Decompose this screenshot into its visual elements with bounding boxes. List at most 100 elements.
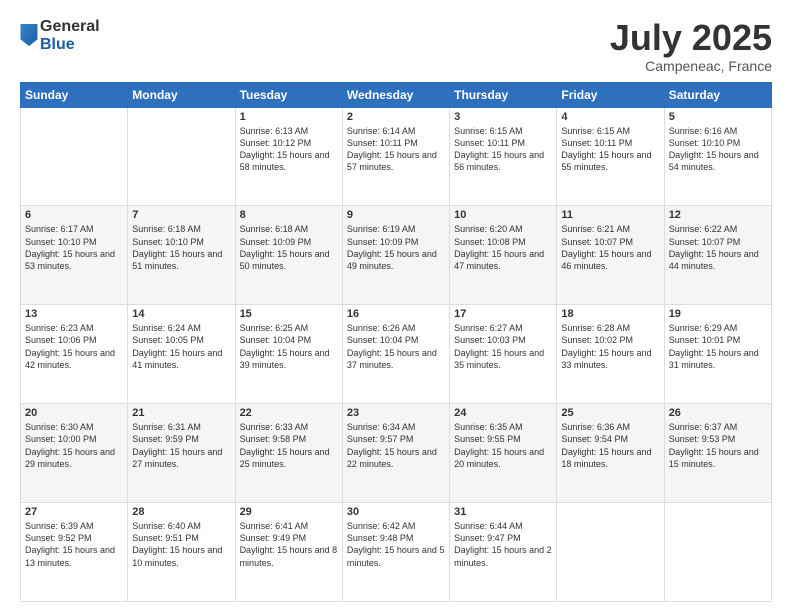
day-number: 3 [454,111,552,123]
calendar-cell: 12 Sunrise: 6:22 AMSunset: 10:07 PMDaylig… [664,206,771,305]
calendar-cell [557,503,664,602]
day-info: Sunrise: 6:23 AMSunset: 10:06 PMDaylight… [25,322,123,371]
day-info: Sunrise: 6:24 AMSunset: 10:05 PMDaylight… [132,322,230,371]
calendar-cell: 7Sunrise: 6:18 AMSunset: 10:10 PMDayligh… [128,206,235,305]
day-info: Sunrise: 6:27 AMSunset: 10:03 PMDaylight… [454,322,552,371]
day-number: 8 [240,209,338,221]
calendar-cell [21,107,128,206]
calendar-cell: 28 Sunrise: 6:40 AMSunset: 9:51 PMDayligh… [128,503,235,602]
calendar-cell: 22Sunrise: 6:33 AMSunset: 9:58 PMDayligh… [235,404,342,503]
day-info: Sunrise: 6:42 AMSunset: 9:48 PMDaylight:… [347,520,445,569]
day-info: Sunrise: 6:26 AMSunset: 10:04 PMDaylight… [347,322,445,371]
calendar-cell: 10 Sunrise: 6:20 AMSunset: 10:08 PMDaylig… [450,206,557,305]
day-info: Sunrise: 6:34 AMSunset: 9:57 PMDaylight:… [347,421,445,470]
month-title: July 2025 [610,18,772,58]
calendar-cell: 13 Sunrise: 6:23 AMSunset: 10:06 PMDaylig… [21,305,128,404]
day-info: Sunrise: 6:44 AMSunset: 9:47 PMDaylight:… [454,520,552,569]
calendar-cell: 25 Sunrise: 6:36 AMSunset: 9:54 PMDayligh… [557,404,664,503]
calendar-week-4: 20 Sunrise: 6:30 AMSunset: 10:00 PMDaylig… [21,404,772,503]
logo-text: General Blue [40,18,100,53]
calendar-cell: 14Sunrise: 6:24 AMSunset: 10:05 PMDaylig… [128,305,235,404]
day-number: 1 [240,111,338,123]
header-wednesday: Wednesday [342,82,449,107]
calendar-cell: 4 Sunrise: 6:15 AMSunset: 10:11 PMDayligh… [557,107,664,206]
day-info: Sunrise: 6:39 AMSunset: 9:52 PMDaylight:… [25,520,123,569]
calendar-week-5: 27Sunrise: 6:39 AMSunset: 9:52 PMDayligh… [21,503,772,602]
calendar-cell: 8 Sunrise: 6:18 AMSunset: 10:09 PMDayligh… [235,206,342,305]
day-info: Sunrise: 6:35 AMSunset: 9:55 PMDaylight:… [454,421,552,470]
day-number: 7 [132,209,230,221]
calendar-cell: 16 Sunrise: 6:26 AMSunset: 10:04 PMDaylig… [342,305,449,404]
day-info: Sunrise: 6:37 AMSunset: 9:53 PMDaylight:… [669,421,767,470]
day-info: Sunrise: 6:15 AMSunset: 10:11 PMDaylight… [561,125,659,174]
day-info: Sunrise: 6:17 AMSunset: 10:10 PMDaylight… [25,223,123,272]
day-info: Sunrise: 6:25 AMSunset: 10:04 PMDaylight… [240,322,338,371]
header-friday: Friday [557,82,664,107]
day-number: 31 [454,506,552,518]
day-number: 13 [25,308,123,320]
day-number: 9 [347,209,445,221]
day-info: Sunrise: 6:20 AMSunset: 10:08 PMDaylight… [454,223,552,272]
day-number: 16 [347,308,445,320]
day-info: Sunrise: 6:15 AMSunset: 10:11 PMDaylight… [454,125,552,174]
calendar-cell: 20 Sunrise: 6:30 AMSunset: 10:00 PMDaylig… [21,404,128,503]
day-number: 20 [25,407,123,419]
header-thursday: Thursday [450,82,557,107]
calendar-cell: 30 Sunrise: 6:42 AMSunset: 9:48 PMDayligh… [342,503,449,602]
day-number: 18 [561,308,659,320]
day-info: Sunrise: 6:16 AMSunset: 10:10 PMDaylight… [669,125,767,174]
calendar-cell: 5Sunrise: 6:16 AMSunset: 10:10 PMDayligh… [664,107,771,206]
header-tuesday: Tuesday [235,82,342,107]
day-info: Sunrise: 6:13 AMSunset: 10:12 PMDaylight… [240,125,338,174]
day-info: Sunrise: 6:36 AMSunset: 9:54 PMDaylight:… [561,421,659,470]
location: Campeneac, France [610,58,772,74]
calendar-cell: 1 Sunrise: 6:13 AMSunset: 10:12 PMDayligh… [235,107,342,206]
header: General Blue July 2025 Campeneac, France [20,18,772,74]
logo-blue: Blue [40,36,100,54]
day-number: 10 [454,209,552,221]
day-number: 30 [347,506,445,518]
day-number: 2 [347,111,445,123]
header-saturday: Saturday [664,82,771,107]
calendar-cell: 21Sunrise: 6:31 AMSunset: 9:59 PMDayligh… [128,404,235,503]
calendar-cell: 19Sunrise: 6:29 AMSunset: 10:01 PMDaylig… [664,305,771,404]
title-block: July 2025 Campeneac, France [610,18,772,74]
day-number: 26 [669,407,767,419]
day-number: 23 [347,407,445,419]
day-number: 28 [132,506,230,518]
calendar-cell: 9Sunrise: 6:19 AMSunset: 10:09 PMDayligh… [342,206,449,305]
calendar-table: Sunday Monday Tuesday Wednesday Thursday… [20,82,772,602]
day-info: Sunrise: 6:18 AMSunset: 10:09 PMDaylight… [240,223,338,272]
day-info: Sunrise: 6:22 AMSunset: 10:07 PMDaylight… [669,223,767,272]
day-info: Sunrise: 6:41 AMSunset: 9:49 PMDaylight:… [240,520,338,569]
day-number: 15 [240,308,338,320]
day-number: 4 [561,111,659,123]
logo: General Blue [20,18,100,53]
day-info: Sunrise: 6:40 AMSunset: 9:51 PMDaylight:… [132,520,230,569]
calendar-cell: 11Sunrise: 6:21 AMSunset: 10:07 PMDaylig… [557,206,664,305]
logo-icon [20,24,38,46]
day-info: Sunrise: 6:14 AMSunset: 10:11 PMDaylight… [347,125,445,174]
calendar-cell [128,107,235,206]
calendar-cell: 26 Sunrise: 6:37 AMSunset: 9:53 PMDayligh… [664,404,771,503]
day-info: Sunrise: 6:28 AMSunset: 10:02 PMDaylight… [561,322,659,371]
day-number: 12 [669,209,767,221]
calendar-cell: 17Sunrise: 6:27 AMSunset: 10:03 PMDaylig… [450,305,557,404]
day-number: 19 [669,308,767,320]
header-monday: Monday [128,82,235,107]
day-number: 24 [454,407,552,419]
calendar-week-1: 1 Sunrise: 6:13 AMSunset: 10:12 PMDayligh… [21,107,772,206]
logo-general: General [40,18,100,36]
day-number: 25 [561,407,659,419]
calendar-cell: 29Sunrise: 6:41 AMSunset: 9:49 PMDayligh… [235,503,342,602]
calendar-cell: 27Sunrise: 6:39 AMSunset: 9:52 PMDayligh… [21,503,128,602]
calendar-cell: 23 Sunrise: 6:34 AMSunset: 9:57 PMDayligh… [342,404,449,503]
calendar-cell: 2 Sunrise: 6:14 AMSunset: 10:11 PMDayligh… [342,107,449,206]
day-info: Sunrise: 6:30 AMSunset: 10:00 PMDaylight… [25,421,123,470]
day-number: 21 [132,407,230,419]
calendar-cell: 18 Sunrise: 6:28 AMSunset: 10:02 PMDaylig… [557,305,664,404]
calendar-cell: 15 Sunrise: 6:25 AMSunset: 10:04 PMDaylig… [235,305,342,404]
calendar-cell: 6Sunrise: 6:17 AMSunset: 10:10 PMDayligh… [21,206,128,305]
page: General Blue July 2025 Campeneac, France… [0,0,792,612]
day-number: 22 [240,407,338,419]
